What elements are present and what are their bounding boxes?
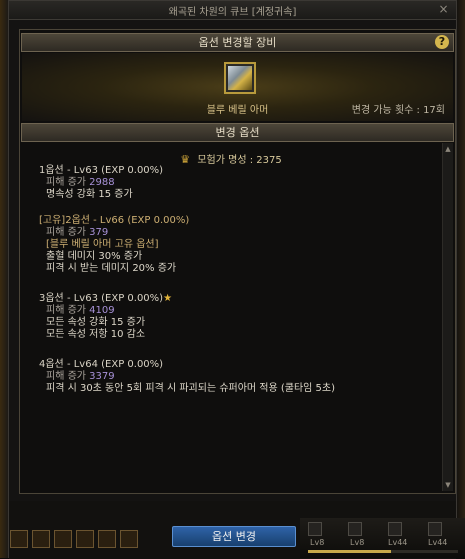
option-line: 피격 시 30초 동안 5회 피격 시 파괴되는 슈퍼아머 적용 (쿨타임 5초… [46, 383, 336, 394]
hud-level: Lv8 [310, 538, 325, 547]
quick-slot[interactable] [76, 530, 94, 548]
damage-row: 피해 증가 2988 [39, 177, 163, 189]
options-list: ♛ 모험가 명성 : 2375 1옵션 - Lv63 (EXP 0.00%) 피… [22, 143, 440, 491]
hud-slot[interactable] [348, 522, 362, 536]
change-option-button[interactable]: 옵션 변경 [172, 526, 296, 547]
option-3: 3옵션 - Lv63 (EXP 0.00%)★ 피해 증가 4109 모든 속성… [39, 293, 172, 341]
option-line: 명속성 강화 15 증가 [46, 189, 133, 200]
quick-slot[interactable] [120, 530, 138, 548]
damage-row: 피해 증가 379 [39, 227, 189, 239]
option-line: 출혈 데미지 30% 증가 [46, 251, 143, 262]
option-1: 1옵션 - Lv63 (EXP 0.00%) 피해 증가 2988 명속성 강화… [39, 165, 163, 201]
quick-slot[interactable] [98, 530, 116, 548]
change-count: 변경 가능 횟수 : 17회 [351, 105, 445, 116]
scroll-down-icon[interactable]: ▼ [444, 481, 452, 489]
unique-option-label: [블루 베릴 아머 고유 옵션] [46, 239, 159, 250]
hud-level: Lv44 [428, 538, 448, 547]
cube-window: 왜곡된 차원의 큐브 [계정귀속] × 옵션 변경할 장비 ? 블루 베릴 아머… [8, 0, 457, 559]
damage-row: 피해 증가 3379 [39, 371, 335, 383]
fame-value: 모험가 명성 : 2375 [197, 155, 282, 166]
damage-value: 2988 [89, 177, 115, 188]
damage-label: 피해 증가 [46, 371, 86, 382]
damage-label: 피해 증가 [46, 177, 86, 188]
damage-label: 피해 증가 [46, 305, 86, 316]
quick-slot[interactable] [32, 530, 50, 548]
option-header: 1옵션 - Lv63 (EXP 0.00%) [39, 165, 164, 176]
scroll-up-icon[interactable]: ▲ [444, 145, 452, 153]
equipment-slot[interactable] [224, 62, 256, 94]
hud-level: Lv8 [350, 538, 365, 547]
equipment-section-title: 옵션 변경할 장비 [198, 36, 277, 49]
quick-slot[interactable] [54, 530, 72, 548]
exp-progress-bar [308, 550, 458, 553]
options-scrollbar[interactable]: ▲ ▼ [442, 143, 453, 491]
options-section-header: 변경 옵션 [21, 123, 454, 142]
option-line: 모든 속성 저항 10 감소 [46, 329, 146, 340]
hud-level: Lv44 [388, 538, 408, 547]
window-title: 왜곡된 차원의 큐브 [계정귀속] [168, 7, 297, 18]
option-line: 피격 시 받는 데미지 20% 증가 [46, 263, 177, 274]
damage-value: 3379 [89, 371, 115, 382]
hud-slot[interactable] [308, 522, 322, 536]
help-icon[interactable]: ? [435, 35, 449, 49]
exp-progress-fill [308, 550, 391, 553]
option-2: [고유]2옵션 - Lv66 (EXP 0.00%) 피해 증가 379 [블루… [39, 215, 189, 275]
equipment-section-header: 옵션 변경할 장비 ? [21, 33, 454, 52]
equipment-area: 블루 베릴 아머 변경 가능 횟수 : 17회 [22, 53, 453, 121]
quick-slot[interactable] [10, 530, 28, 548]
options-section-title: 변경 옵션 [215, 126, 260, 139]
quick-slot-bar [0, 530, 145, 558]
option-header-row: 3옵션 - Lv63 (EXP 0.00%)★ [39, 293, 172, 305]
crown-icon: ♛ [180, 153, 191, 166]
armor-icon [228, 66, 252, 90]
option-header: [고유]2옵션 - Lv66 (EXP 0.00%) [39, 215, 190, 226]
damage-label: 피해 증가 [46, 227, 86, 238]
option-4: 4옵션 - Lv64 (EXP 0.00%) 피해 증가 3379 피격 시 3… [39, 359, 335, 395]
option-header: 3옵션 - Lv63 (EXP 0.00%) [39, 293, 164, 304]
hud-slot[interactable] [388, 522, 402, 536]
star-icon: ★ [163, 293, 173, 304]
option-line: 모든 속성 강화 15 증가 [46, 317, 146, 328]
close-icon[interactable]: × [437, 3, 450, 16]
damage-value: 4109 [89, 305, 115, 316]
hud-slot[interactable] [428, 522, 442, 536]
fame-row: ♛ 모험가 명성 : 2375 [22, 151, 440, 166]
window-titlebar[interactable]: 왜곡된 차원의 큐브 [계정귀속] × [9, 1, 456, 20]
damage-value: 379 [89, 227, 109, 238]
option-header: 4옵션 - Lv64 (EXP 0.00%) [39, 359, 164, 370]
hud-panel: Lv8 Lv8 Lv44 Lv44 [300, 518, 465, 558]
damage-row: 피해 증가 4109 [39, 305, 172, 317]
